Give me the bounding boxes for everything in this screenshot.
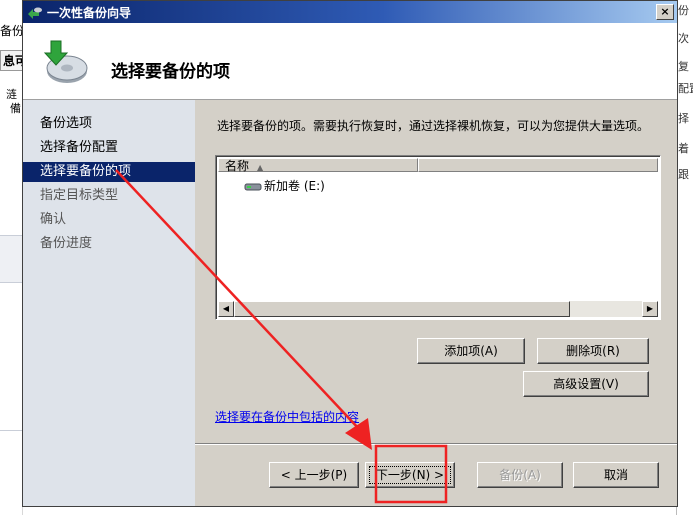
step-target-type: 指定目标类型 (40, 188, 119, 203)
background-text: 择 (678, 112, 689, 125)
remove-item-button[interactable]: 删除项(R) (537, 338, 649, 364)
sort-ascending-icon: ▲ (257, 163, 264, 172)
list-item[interactable]: 新加卷 (E:) (244, 178, 325, 194)
backup-disk-icon (43, 40, 88, 83)
step-backup-config[interactable]: 选择备份配置 (23, 138, 195, 158)
close-button[interactable]: × (656, 4, 674, 20)
step-select-items[interactable]: 选择要备份的项 (23, 162, 195, 182)
column-header-filler (418, 158, 658, 172)
backup-wizard-window: 一次性备份向导 × 选择要备份的项 备份选项 选择备份配置 选择要备份的项 指定… (22, 0, 678, 507)
footer-separator (195, 443, 677, 445)
description-text: 选择要备份的项。需要执行恢复时，通过选择裸机恢复，可以为您提供大量选项。 (217, 119, 650, 133)
wizard-content: 选择要备份的项。需要执行恢复时，通过选择裸机恢复，可以为您提供大量选项。 名称 ▲… (195, 100, 677, 506)
background-text: 備 (10, 102, 21, 115)
drive-icon (244, 183, 262, 190)
background-text: 备份 (0, 24, 25, 38)
wizard-header: 选择要备份的项 (23, 23, 677, 100)
background-text: 次 (678, 32, 689, 45)
title-bar[interactable]: 一次性备份向导 × (23, 1, 677, 23)
scroll-left-button[interactable]: ◀ (218, 301, 234, 317)
help-link[interactable]: 选择要在备份中包括的内容 (215, 408, 359, 425)
backup-app-icon (28, 7, 42, 19)
scroll-thumb[interactable] (234, 301, 570, 317)
background-app-right: 份 次 复 配置 择 着 跟 (676, 0, 693, 515)
background-text: 配置 (678, 82, 693, 95)
background-app-left: 备份 息可 涟 備 (0, 0, 31, 515)
add-item-button[interactable]: 添加项(A) (417, 338, 525, 364)
step-confirm: 确认 (40, 212, 67, 227)
horizontal-scrollbar[interactable]: ◀ ▶ (218, 301, 658, 317)
list-item-label: 新加卷 (E:) (264, 179, 325, 193)
column-header-name[interactable]: 名称 ▲ (218, 158, 418, 173)
next-button[interactable]: 下一步(N) > (365, 462, 455, 488)
column-header-label: 名称 (225, 159, 250, 173)
page-title: 选择要备份的项 (111, 62, 230, 82)
back-button[interactable]: < 上一步(P) (269, 462, 359, 488)
step-progress: 备份进度 (40, 236, 93, 251)
scroll-right-button[interactable]: ▶ (642, 301, 658, 317)
background-text: 份 (678, 4, 689, 17)
background-text: 复 (678, 60, 689, 73)
wizard-steps: 备份选项 选择备份配置 选择要备份的项 指定目标类型 确认 备份进度 (23, 100, 195, 506)
background-divider (0, 430, 22, 431)
backup-button: 备份(A) (477, 462, 563, 488)
background-text: 跟 (678, 168, 689, 181)
step-backup-options[interactable]: 备份选项 (23, 114, 195, 134)
window-title: 一次性备份向导 (47, 6, 132, 20)
background-band (0, 235, 22, 283)
background-text: 着 (678, 142, 689, 155)
advanced-settings-button[interactable]: 高级设置(V) (523, 371, 649, 397)
backup-items-list[interactable]: 名称 ▲ 新加卷 (E:) ◀ ▶ (215, 155, 661, 320)
cancel-button[interactable]: 取消 (573, 462, 659, 488)
